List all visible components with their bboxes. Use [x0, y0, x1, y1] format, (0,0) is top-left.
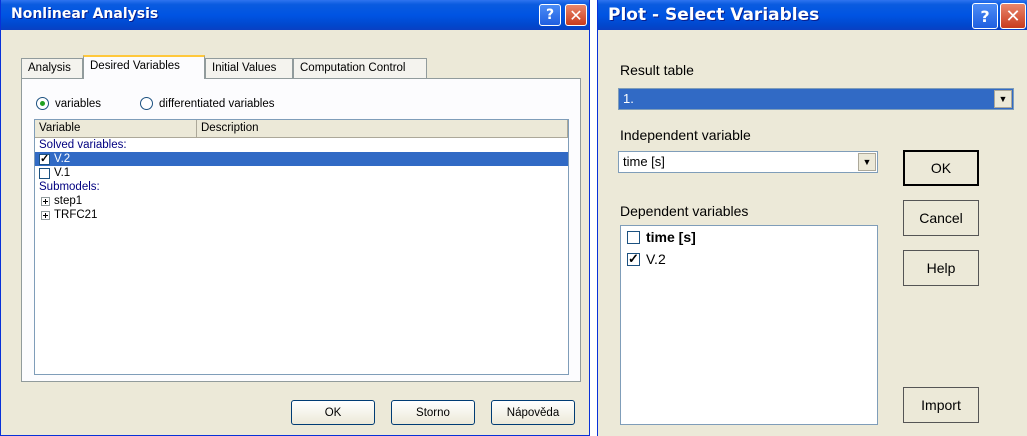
help-icon[interactable]: ?	[972, 3, 998, 29]
submodel-name: step1	[54, 195, 83, 207]
ok-button[interactable]: OK	[291, 400, 375, 425]
independent-variable-value: time [s]	[623, 154, 665, 169]
tree-row-v1[interactable]: V.1	[35, 166, 568, 180]
list-item-time[interactable]: time [s]	[621, 226, 877, 248]
radio-differentiated-button[interactable]	[140, 97, 153, 110]
variable-name: V.2	[54, 153, 71, 165]
dependent-variable-name: time [s]	[646, 229, 696, 245]
close-icon[interactable]: ✕	[565, 4, 587, 26]
tree-row-v2[interactable]: V.2	[35, 152, 568, 166]
ok-button[interactable]: OK	[903, 150, 979, 186]
help-button[interactable]: Help	[903, 250, 979, 286]
checkbox-v2[interactable]	[39, 152, 50, 166]
result-table-label: Result table	[620, 62, 694, 78]
tab-initial-values[interactable]: Initial Values	[205, 58, 293, 78]
tab-desired-variables[interactable]: Desired Variables	[83, 55, 205, 79]
plot-window-title: Plot - Select Variables	[608, 5, 820, 25]
expand-icon[interactable]	[41, 196, 50, 206]
checkbox-time[interactable]	[627, 230, 640, 244]
submodel-name: TRFC21	[54, 209, 98, 221]
radio-variables-label: variables	[55, 97, 102, 110]
chevron-down-icon[interactable]: ▼	[994, 90, 1012, 108]
checkbox-v1[interactable]	[39, 167, 50, 179]
tab-analysis[interactable]: Analysis	[21, 58, 83, 78]
radio-differentiated-label: differentiated variables	[159, 97, 275, 110]
dependent-variable-name: V.2	[646, 251, 666, 267]
result-table-value: 1.	[623, 91, 634, 106]
list-item-v2[interactable]: V.2	[621, 248, 877, 270]
nonlinear-title-bar[interactable]: Nonlinear Analysis ? ✕	[1, 0, 589, 30]
solved-variables-group: Solved variables:	[39, 139, 127, 151]
submodels-group: Submodels:	[39, 181, 100, 193]
tree-header: Variable Description	[35, 120, 568, 138]
chevron-down-icon[interactable]: ▼	[858, 153, 876, 171]
help-icon[interactable]: ?	[539, 4, 561, 26]
dependent-variables-label: Dependent variables	[620, 203, 749, 219]
radio-variables-button[interactable]	[36, 97, 49, 110]
nonlinear-window-title: Nonlinear Analysis	[11, 6, 159, 22]
column-header-description[interactable]: Description	[197, 120, 568, 137]
expand-icon[interactable]	[41, 210, 50, 220]
storno-button[interactable]: Storno	[391, 400, 475, 425]
plot-title-bar[interactable]: Plot - Select Variables ? ✕	[598, 0, 1027, 30]
tree-row-trfc21[interactable]: TRFC21	[35, 208, 568, 222]
napoveda-button[interactable]: Nápověda	[491, 400, 575, 425]
desired-variables-panel: variables differentiated variables Varia…	[21, 78, 581, 382]
import-button[interactable]: Import	[903, 387, 979, 423]
variables-tree[interactable]: Variable Description Solved variables: V…	[34, 119, 569, 375]
close-icon[interactable]: ✕	[1000, 3, 1026, 29]
independent-variable-label: Independent variable	[620, 127, 751, 143]
independent-variable-select[interactable]: time [s] ▼	[618, 151, 878, 173]
radio-differentiated-variables[interactable]: differentiated variables	[140, 97, 275, 110]
cancel-button[interactable]: Cancel	[903, 200, 979, 236]
column-header-variable[interactable]: Variable	[35, 120, 197, 137]
dependent-variables-list[interactable]: time [s] V.2	[620, 225, 878, 425]
tree-row-step1[interactable]: step1	[35, 194, 568, 208]
nonlinear-analysis-window: Nonlinear Analysis ? ✕ Analysis Desired …	[0, 0, 590, 436]
variable-name: V.1	[54, 167, 71, 179]
result-table-select[interactable]: 1. ▼	[618, 88, 1014, 110]
tab-computation-control[interactable]: Computation Control	[293, 58, 427, 78]
radio-variables[interactable]: variables	[36, 97, 101, 110]
plot-select-variables-window: Plot - Select Variables ? ✕ Result table…	[597, 0, 1027, 436]
checkbox-v2[interactable]	[627, 251, 640, 267]
